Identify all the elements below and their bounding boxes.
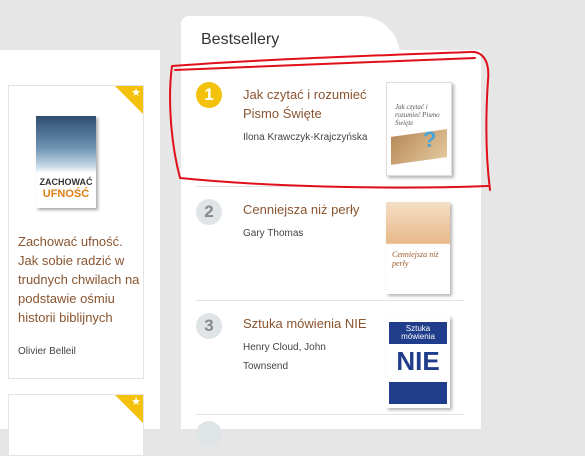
- featured-book-cover[interactable]: ZACHOWAĆ UFNOŚĆ: [36, 116, 96, 208]
- rank-badge: 3: [196, 313, 222, 339]
- cover-text: Sztuka mówienia: [401, 324, 435, 341]
- featured-book-title[interactable]: Zachować ufność. Jak sobie radzić w trud…: [18, 232, 140, 327]
- divider: [196, 186, 464, 187]
- star-icon: ★: [131, 87, 141, 99]
- book-cover[interactable]: Sztuka mówienia NIE: [386, 316, 450, 408]
- bestsellers-tab-corner: [340, 16, 400, 66]
- cover-band: [389, 382, 447, 404]
- rank-badge: [196, 421, 222, 447]
- cover-text: UFNOŚĆ: [42, 188, 90, 200]
- cover-text: Jak czytać i rozumieć Pismo Święte: [395, 103, 440, 127]
- cover-text: ZACHOWAĆ: [39, 177, 93, 187]
- bestseller-item[interactable]: 2 Cenniejsza niż perły Gary Thomas Cenni…: [196, 199, 464, 299]
- cover-text: Cenniejsza niż perły: [392, 250, 439, 268]
- bestseller-item[interactable]: 1 Jak czytać i rozumieć Pismo Święte Ilo…: [196, 82, 464, 182]
- book-author: Gary Thomas: [243, 228, 304, 239]
- question-mark-icon: ?: [423, 127, 437, 152]
- divider: [196, 300, 464, 301]
- book-author: Ilona Krawczyk-Krajczyńska: [243, 132, 368, 143]
- book-title[interactable]: Cenniejsza niż perły: [243, 200, 378, 219]
- featured-book-author: Olivier Belleil: [18, 346, 76, 357]
- book-cover[interactable]: Jak czytać i rozumieć Pismo Święte ?: [386, 82, 452, 176]
- book-title[interactable]: Sztuka mówienia NIE: [243, 314, 378, 333]
- featured-panel: ★ ZACHOWAĆ UFNOŚĆ Zachować ufność. Jak s…: [0, 50, 160, 456]
- open-book-illustration: [391, 129, 447, 165]
- rank-badge: 1: [196, 82, 222, 108]
- bestsellers-heading: Bestsellery: [201, 31, 280, 48]
- book-author: Henry Cloud, John Townsend: [243, 342, 326, 372]
- star-icon: ★: [131, 396, 141, 408]
- book-cover[interactable]: Cenniejsza niż perły: [386, 202, 450, 294]
- divider: [196, 414, 464, 415]
- featured-book-card[interactable]: ★: [8, 394, 144, 456]
- featured-book-card[interactable]: ★ ZACHOWAĆ UFNOŚĆ Zachować ufność. Jak s…: [8, 85, 144, 379]
- book-title[interactable]: Jak czytać i rozumieć Pismo Święte: [243, 85, 378, 123]
- cover-text: NIE: [396, 346, 440, 376]
- rank-badge: 2: [196, 199, 222, 225]
- bestseller-item[interactable]: 3 Sztuka mówienia NIE Henry Cloud, John …: [196, 313, 464, 413]
